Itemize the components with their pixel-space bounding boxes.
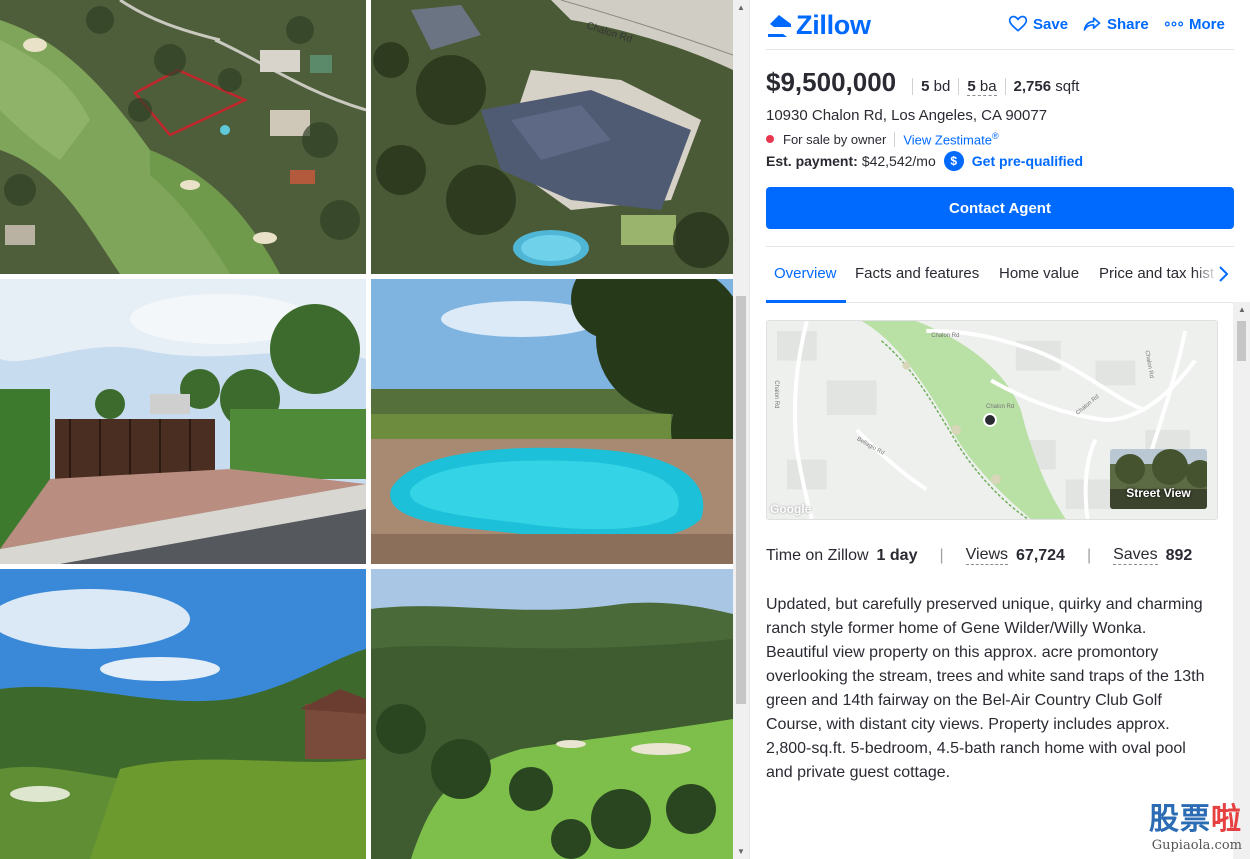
svg-text:Chalon Rd: Chalon Rd [931,333,959,339]
zillow-listing-window: Chalon Rd ▲ ▼ Zillow Save Share More $9,… [0,0,1250,859]
street-view-label: Street View [1126,486,1191,500]
scroll-up-icon[interactable]: ▲ [1238,305,1246,314]
more-button[interactable]: More [1164,14,1225,34]
time-on-zillow-value: 1 day [876,546,918,564]
listing-price: $9,500,000 [766,67,897,97]
scroll-down-icon[interactable]: ▼ [737,847,745,856]
svg-text:Chalon Rd: Chalon Rd [986,404,1014,410]
photo-pool[interactable] [371,279,733,564]
listing-tabs: Overview Facts and features Home value P… [766,246,1234,303]
scroll-up-icon[interactable]: ▲ [737,3,745,12]
photo-aerial-lot[interactable] [0,0,366,274]
baths-value: 5 [967,78,976,95]
svg-text:Chalon Rd: Chalon Rd [773,380,779,408]
photo-hillside[interactable] [0,569,366,859]
panel-scrollbar-thumb[interactable] [1237,321,1246,361]
listing-stats: Time on Zillow 1 day | Views 67,724 | Sa… [766,546,1214,565]
more-label: More [1189,15,1225,33]
photo-aerial-house[interactable]: Chalon Rd [371,0,733,274]
watermark-url: Gupiaola.com [1151,838,1242,853]
view-zestimate-link[interactable]: View Zestimate® [895,131,998,147]
share-label: Share [1107,15,1149,33]
more-dots-icon [1164,21,1184,27]
beds-fact: 5 bd [912,78,958,95]
gallery-scrollbar[interactable]: ▲ ▼ [733,0,749,859]
status-dot-icon [766,135,774,144]
zillow-logo[interactable]: Zillow [766,10,871,41]
site-watermark: 股票啦 Gupiaola.com [1149,794,1242,853]
dollar-icon[interactable]: $ [943,151,964,171]
zillow-logo-text: Zillow [796,10,871,40]
sqft-value: 2,756 [1013,78,1052,95]
stats-divider: | [1086,546,1092,564]
panel-header: Zillow Save Share More [766,0,1234,50]
listing-description: Updated, but carefully preserved unique,… [766,596,1205,781]
tab-home-value[interactable]: Home value [999,265,1079,282]
listing-address: 10930 Chalon Rd, Los Angeles, CA 90077 [766,107,1048,124]
gallery-scrollbar-thumb[interactable] [736,296,746,704]
payment-value: $42,542/mo [861,153,936,169]
get-prequalified-link[interactable]: Get pre-qualified [972,153,1083,169]
stats-divider: | [939,546,944,564]
watermark-text-a: 股票 [1149,803,1211,836]
payment-row: Est. payment: $42,542/mo $ Get pre-quali… [766,151,1083,171]
tab-facts-and-features[interactable]: Facts and features [855,265,979,282]
sqft-fact: 2,756 sqft [1004,78,1088,95]
saves-value: 892 [1165,546,1193,564]
save-label: Save [1033,15,1069,33]
registered-mark-icon: ® [991,131,999,141]
active-tab-underline [766,300,846,303]
beds-unit: bd [933,78,951,95]
tab-overview[interactable]: Overview [774,265,837,282]
chevron-right-icon[interactable] [1214,265,1232,283]
watermark-logo: 股票啦 [1149,794,1242,838]
listing-details-panel: Zillow Save Share More $9,500,000 5 bd 5… [749,0,1250,859]
price-facts-row: $9,500,000 5 bd 5 ba 2,756 sqft [766,67,1087,98]
saves-label[interactable]: Saves [1113,546,1158,565]
photo-gallery[interactable]: Chalon Rd [0,0,733,859]
status-row: For sale by owner View Zestimate® [766,131,999,147]
baths-unit: ba [979,78,997,95]
save-button[interactable]: Save [1008,14,1068,34]
status-text: For sale by owner [783,131,896,147]
heart-icon [1008,15,1028,32]
zestimate-label: View Zestimate [903,132,992,148]
views-value: 67,724 [1016,546,1065,564]
payment-label: Est. payment: [766,153,858,169]
map-google-attribution: Google [770,502,812,516]
share-arrow-icon [1083,17,1101,31]
street-view-button[interactable]: Street View [1110,449,1207,509]
baths-fact[interactable]: 5 ba [958,78,1004,96]
photo-gate[interactable] [0,279,366,564]
photo-golf-view[interactable] [371,569,733,859]
sqft-unit: sqft [1055,78,1080,95]
contact-agent-button[interactable]: Contact Agent [766,187,1234,229]
watermark-text-b: 啦 [1211,803,1242,836]
street-view-thumbnail [1110,449,1207,509]
views-label[interactable]: Views [965,546,1009,565]
panel-scrollbar[interactable]: ▲ [1233,302,1250,859]
zillow-house-icon [768,14,791,37]
time-on-zillow-label: Time on Zillow [766,546,869,564]
beds-value: 5 [921,78,930,95]
location-map[interactable]: Chalon Rd Chalon Rd Chalon Rd Chalon Rd … [766,320,1218,520]
share-button[interactable]: Share [1082,14,1149,34]
